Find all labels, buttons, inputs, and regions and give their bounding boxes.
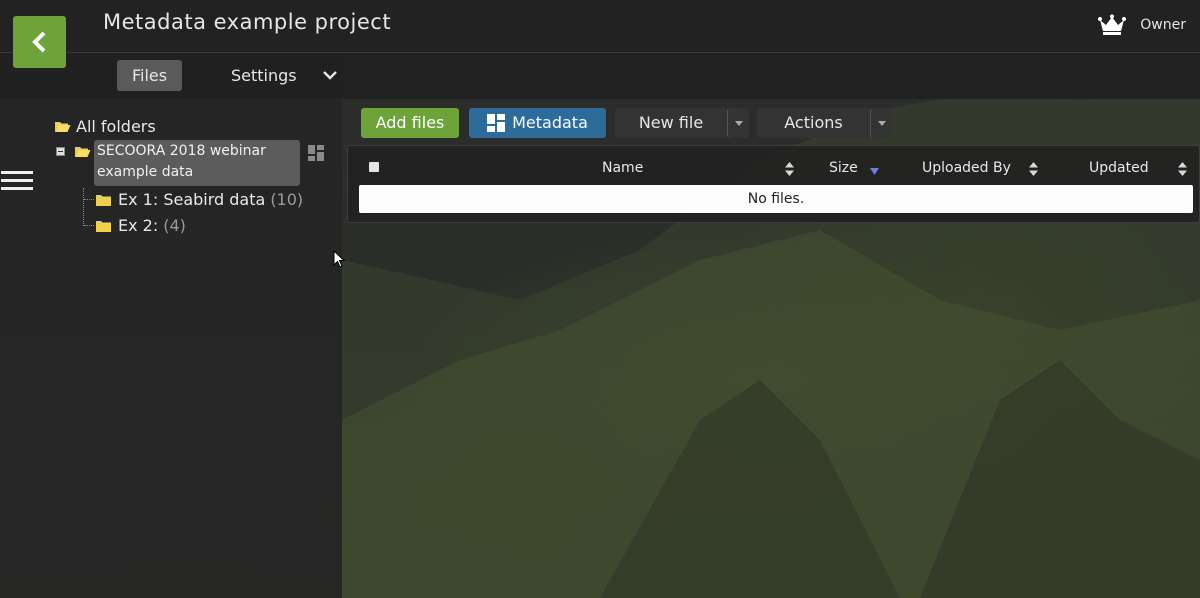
tree-item-label: Ex 2:: [118, 216, 159, 235]
column-header-uploaded-by[interactable]: Uploaded By: [922, 160, 1011, 176]
project-nav: Files Settings: [0, 53, 1200, 99]
owner-indicator: Owner: [1098, 14, 1186, 36]
tree-selected-folder[interactable]: SECOORA 2018 webinar example data: [94, 140, 300, 186]
actions-button[interactable]: Actions: [757, 108, 870, 138]
folder-icon: [96, 194, 111, 206]
empty-table-message: No files.: [359, 185, 1193, 213]
actions-dropdown-toggle[interactable]: [870, 108, 892, 138]
tree-item-count: (10): [270, 190, 304, 209]
tree-root-label: All folders: [76, 117, 156, 136]
tree-root[interactable]: All folders: [54, 117, 156, 136]
tab-files[interactable]: Files: [117, 60, 183, 91]
back-button[interactable]: [13, 16, 66, 68]
hamburger-menu-icon[interactable]: [1, 170, 34, 192]
sort-icon[interactable]: [1178, 162, 1187, 176]
column-header-size[interactable]: Size: [829, 160, 858, 176]
tree-item-label: Ex 1: Seabird data: [118, 190, 266, 209]
folder-open-icon: [75, 147, 91, 157]
project-title: Metadata example project: [103, 10, 392, 34]
new-file-dropdown-toggle[interactable]: [727, 108, 749, 138]
selected-folder-label: SECOORA 2018 webinar example data: [97, 143, 266, 180]
tree-item-ex1[interactable]: Ex 1: Seabird data (10): [96, 190, 303, 209]
select-all-checkbox[interactable]: [369, 162, 379, 172]
tab-settings[interactable]: Settings: [216, 60, 312, 91]
add-files-button[interactable]: Add files: [361, 108, 459, 138]
chevron-left-icon: [31, 31, 45, 53]
column-header-updated[interactable]: Updated: [1089, 160, 1149, 176]
grid-layout-icon[interactable]: [308, 145, 324, 161]
tree-item-ex2[interactable]: Ex 2: (4): [96, 216, 186, 235]
caret-down-icon: [734, 121, 743, 126]
metadata-button-label: Metadata: [512, 113, 588, 132]
tree-connector: [84, 225, 94, 226]
folder-icon: [96, 220, 111, 232]
collapse-toggle[interactable]: [56, 147, 65, 156]
files-table: Name Size Uploaded By Updated No files.: [347, 145, 1200, 223]
crown-icon: [1098, 14, 1127, 35]
new-file-button[interactable]: New file: [615, 108, 727, 138]
tree-connector: [83, 188, 84, 226]
folder-open-icon: [55, 122, 71, 132]
column-header-name[interactable]: Name: [602, 160, 643, 176]
tree-item-count: (4): [163, 216, 186, 235]
tree-connector: [84, 199, 94, 200]
sort-icon[interactable]: [1029, 162, 1038, 176]
metadata-button[interactable]: Metadata: [469, 108, 606, 138]
chevron-down-icon[interactable]: [322, 69, 338, 81]
top-header: Metadata example project Owner: [0, 0, 1200, 53]
role-label: Owner: [1140, 17, 1186, 33]
grid-layout-icon: [487, 114, 506, 132]
caret-down-icon: [877, 121, 886, 126]
sort-desc-icon[interactable]: [870, 168, 879, 175]
mouse-cursor-icon: [333, 250, 345, 268]
sort-icon[interactable]: [785, 162, 794, 176]
